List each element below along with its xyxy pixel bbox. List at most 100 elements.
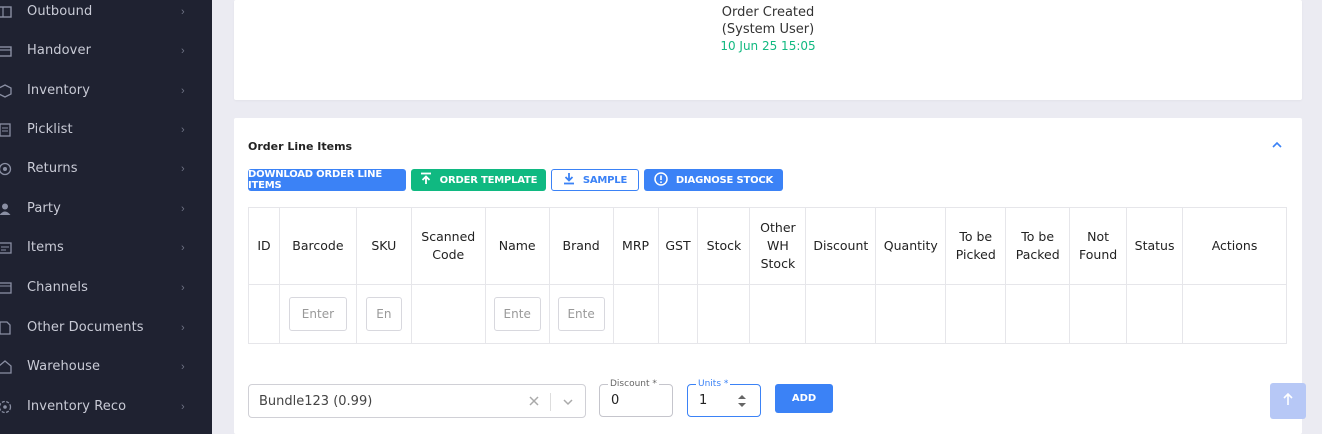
order-template-button[interactable]: ORDER TEMPLATE [411,169,546,191]
column-header: Quantity [875,207,947,285]
sidebar-item-label: Items [27,240,64,255]
column-header: Name [484,207,550,285]
units-label: Units * [696,378,731,390]
inventory-reco-icon [0,400,12,414]
column-header: Discount [805,207,877,285]
column-header: Scanned Code [410,207,486,285]
sku-filter-input[interactable]: En [365,297,402,331]
sidebar-item-label: Handover [27,43,92,58]
scroll-to-top-button[interactable] [1270,383,1306,419]
sidebar-item-label: Outbound [27,4,93,19]
inventory-icon [0,83,12,98]
sidebar-item-label: Party [27,201,61,216]
documents-icon [0,320,12,335]
sidebar-item-inventory-reco[interactable]: Inventory Reco › [0,387,212,426]
outbound-icon [0,5,12,19]
table-cell [657,284,699,344]
table-cell [248,284,280,344]
channels-icon [0,281,12,295]
name-filter-input[interactable]: Ente [493,297,541,331]
sidebar-item-party[interactable]: Party › [0,189,212,228]
bundle-select-value: Bundle123 (0.99) [259,393,373,409]
event-title: Order Created [721,5,815,20]
table-cell [1182,284,1287,344]
column-header: Actions [1182,207,1287,285]
info-icon [654,171,668,189]
column-header: Status [1126,207,1184,285]
discount-label: Discount * [608,378,659,390]
party-icon [0,202,12,216]
discount-field[interactable]: Discount * 0 [599,378,673,417]
sidebar-item-label: Inventory Reco [27,399,127,414]
table-cell: Ente [484,284,550,344]
units-value: 1 [699,393,708,408]
sidebar: Outbound › Handover › Inventory › Pickli… [0,0,212,434]
table-cell: En [355,284,412,344]
column-header: To be Picked [945,207,1007,285]
chevron-right-icon: › [181,321,185,334]
warehouse-icon [0,359,12,374]
button-label: SAMPLE [582,174,628,186]
stepper-icon[interactable] [737,393,747,414]
table-cell: Enter [278,284,357,344]
table-header-row: ID Barcode SKU Scanned Code Name Brand M… [248,207,1287,285]
download-icon [563,172,575,188]
chevron-right-icon: › [181,202,185,215]
sidebar-item-outbound[interactable]: Outbound › [0,0,212,31]
sidebar-item-picklist[interactable]: Picklist › [0,110,212,149]
sample-button[interactable]: SAMPLE [551,169,639,191]
arrow-up-icon [1282,392,1294,411]
column-header: GST [657,207,699,285]
table-cell: Ente [548,284,614,344]
chevron-right-icon: › [181,241,185,254]
picklist-icon [0,122,12,137]
units-field[interactable]: Units * 1 [687,378,761,417]
brand-filter-input[interactable]: Ente [557,297,605,331]
sidebar-item-label: Picklist [27,122,73,137]
table-cell [697,284,751,344]
sidebar-item-items[interactable]: Items › [0,228,212,267]
chevron-down-icon[interactable] [562,395,574,413]
column-header: Stock [697,207,751,285]
sidebar-item-other-documents[interactable]: Other Documents › [0,308,212,347]
sidebar-item-returns[interactable]: Returns › [0,149,212,188]
sidebar-item-label: Returns [27,161,78,176]
column-header: Barcode [278,207,357,285]
button-label: DOWNLOAD ORDER LINE ITEMS [248,169,382,191]
chevron-right-icon: › [181,162,185,175]
clear-icon[interactable] [529,393,539,409]
button-label: DIAGNOSE STOCK [675,174,774,186]
line-items-table: ID Barcode SKU Scanned Code Name Brand M… [248,207,1287,344]
sidebar-item-inventory[interactable]: Inventory › [0,71,212,110]
column-header: To be Packed [1005,207,1071,285]
chevron-up-icon[interactable] [1271,138,1283,152]
discount-value: 0 [611,393,620,408]
event-actor: (System User) [721,22,815,37]
chevron-right-icon: › [181,5,185,18]
bundle-select[interactable]: Bundle123 (0.99) [248,384,586,418]
table-cell [410,284,486,344]
add-button[interactable]: ADD [775,384,833,413]
section-title: Order Line Items [248,140,353,153]
sidebar-item-label: Channels [27,280,88,295]
table-cell [612,284,659,344]
items-icon [0,241,12,255]
chevron-right-icon: › [181,281,185,294]
download-order-line-items-button[interactable]: DOWNLOAD ORDER LINE ITEMS [248,169,406,191]
table-cell [1069,284,1128,344]
sidebar-item-warehouse[interactable]: Warehouse › [0,347,212,386]
timeline-event: Order Created (System User) 10 Jun 25 15… [668,4,868,55]
sidebar-item-handover[interactable]: Handover › [0,31,212,70]
column-header: SKU [355,207,412,285]
chevron-right-icon: › [181,123,185,136]
column-header: Not Found [1069,207,1128,285]
table-cell [1126,284,1184,344]
handover-icon [0,44,12,58]
button-label: ORDER TEMPLATE [439,174,538,186]
sidebar-item-label: Inventory [27,83,90,98]
sidebar-item-channels[interactable]: Channels › [0,268,212,307]
column-header: ID [248,207,280,285]
diagnose-stock-button[interactable]: DIAGNOSE STOCK [644,169,783,191]
barcode-filter-input[interactable]: Enter [288,297,347,331]
sidebar-item-label: Other Documents [27,320,144,335]
